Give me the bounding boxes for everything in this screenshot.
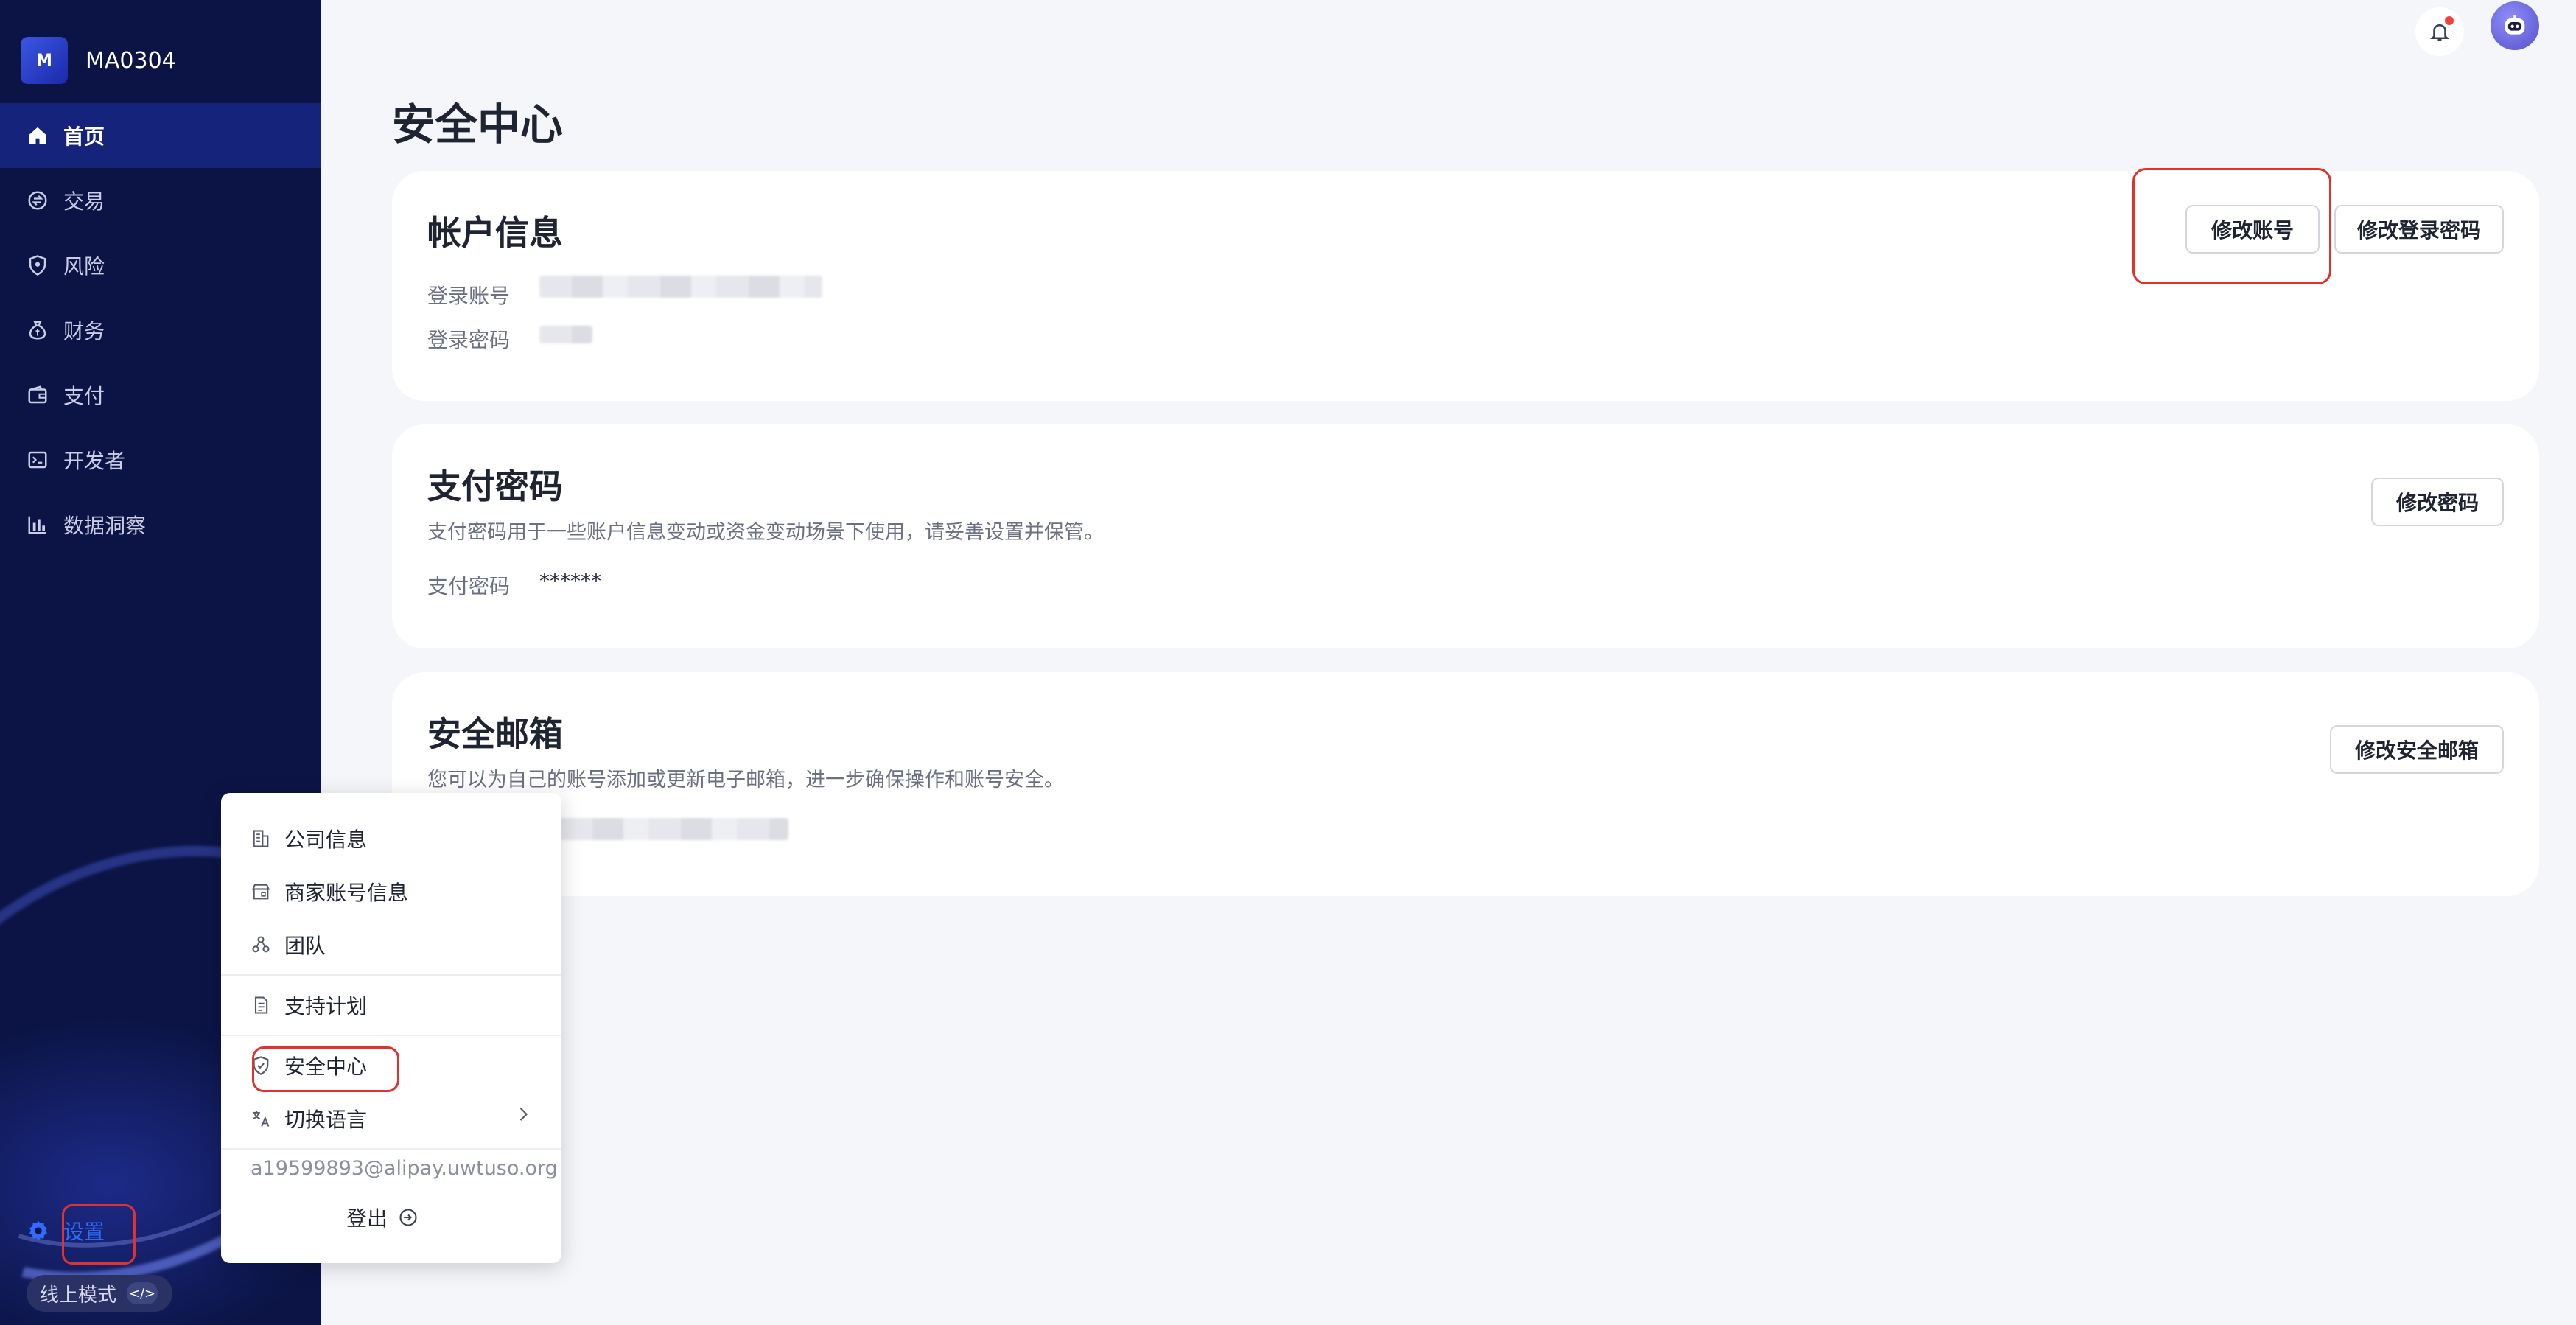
security-center-highlight-annotation bbox=[252, 1046, 399, 1092]
payment-password-value: ****** bbox=[539, 569, 601, 593]
home-icon bbox=[29, 127, 46, 144]
payment-password-title: 支付密码 bbox=[427, 466, 563, 506]
sidebar-item-label: 支付 bbox=[63, 384, 105, 408]
sidebar-item-transaction[interactable]: 交易 bbox=[0, 168, 321, 233]
brand-name: MA0304 bbox=[85, 47, 176, 74]
logout-button[interactable]: 登出 bbox=[346, 1203, 419, 1232]
menu-item-support-plan[interactable]: 支持计划 bbox=[251, 990, 367, 1020]
sidebar-item-home[interactable]: 首页 bbox=[0, 103, 321, 168]
account-info-title: 帐户信息 bbox=[427, 213, 563, 253]
mode-label: 线上模式 bbox=[40, 1284, 117, 1307]
store-icon bbox=[251, 884, 270, 900]
chevron-right-icon bbox=[519, 1108, 528, 1121]
payment-password-description: 支付密码用于一些账户信息变动或资金变动场景下使用，请妥善设置并保管。 bbox=[427, 521, 1104, 544]
sidebar-item-developer[interactable]: 开发者 bbox=[0, 427, 321, 492]
gear-icon bbox=[29, 1220, 47, 1241]
transaction-icon bbox=[28, 191, 47, 210]
sidebar-item-label: 财务 bbox=[63, 319, 105, 343]
wallet-icon bbox=[28, 385, 47, 404]
settings-highlight-annotation bbox=[62, 1204, 136, 1265]
login-password-value-redacted bbox=[539, 326, 592, 343]
sidebar-item-finance[interactable]: 财务 bbox=[0, 298, 321, 363]
edit-login-password-button[interactable]: 修改登录密码 bbox=[2334, 205, 2504, 254]
login-account-value-redacted bbox=[539, 276, 822, 298]
menu-item-switch-language[interactable]: 切换语言 bbox=[251, 1104, 367, 1133]
security-email-title: 安全邮箱 bbox=[427, 714, 563, 754]
terminal-icon bbox=[28, 451, 47, 469]
sidebar-item-label: 数据洞察 bbox=[63, 514, 147, 538]
bar-chart-icon bbox=[28, 516, 46, 534]
sidebar-nav: 首页 交易 风险 财务 支付 开发者 数据洞察 bbox=[0, 103, 321, 557]
login-password-label: 登录密码 bbox=[427, 328, 511, 352]
menu-divider bbox=[221, 1148, 561, 1150]
notification-button[interactable] bbox=[2415, 7, 2464, 56]
sidebar-item-label: 首页 bbox=[63, 125, 105, 149]
sidebar-item-label: 开发者 bbox=[63, 449, 126, 473]
menu-item-merchant-account[interactable]: 商家账号信息 bbox=[251, 877, 408, 906]
mode-toggle[interactable]: 线上模式 </> bbox=[27, 1275, 172, 1312]
notification-dot bbox=[2445, 16, 2454, 25]
document-icon bbox=[254, 996, 268, 1014]
menu-item-label: 支持计划 bbox=[284, 994, 368, 1018]
brand-logo: M bbox=[21, 37, 68, 84]
login-account-label: 登录账号 bbox=[427, 284, 511, 308]
code-icon: </> bbox=[127, 1282, 158, 1304]
settings-dropdown-menu: 公司信息 商家账号信息 团队 支持计划 安全中心 切换语言 a19599893@… bbox=[221, 793, 561, 1263]
menu-item-label: 商家账号信息 bbox=[284, 881, 409, 905]
building-icon bbox=[253, 830, 269, 847]
sidebar-item-risk[interactable]: 风险 bbox=[0, 233, 321, 298]
security-email-value-redacted bbox=[560, 818, 788, 840]
brand[interactable]: M MA0304 bbox=[21, 37, 176, 84]
menu-item-label: 公司信息 bbox=[284, 828, 368, 852]
edit-account-highlight-annotation bbox=[2132, 168, 2331, 284]
edit-payment-password-button[interactable]: 修改密码 bbox=[2371, 478, 2504, 526]
money-icon bbox=[29, 321, 46, 340]
avatar[interactable] bbox=[2491, 1, 2539, 50]
robot-avatar-icon bbox=[2505, 15, 2525, 35]
menu-item-label: 团队 bbox=[284, 934, 326, 958]
user-email: a19599893@alipay.uwtuso.org bbox=[251, 1157, 558, 1180]
menu-item-label: 切换语言 bbox=[284, 1108, 368, 1132]
security-email-card: 安全邮箱 您可以为自己的账号添加或更新电子邮箱，进一步确保操作和账号安全。 bbox=[392, 672, 2539, 896]
page-title: 安全中心 bbox=[392, 99, 564, 150]
scrollbar[interactable] bbox=[2563, 1207, 2576, 1325]
menu-divider bbox=[221, 1035, 561, 1036]
edit-security-email-button[interactable]: 修改安全邮箱 bbox=[2330, 725, 2504, 774]
sidebar-item-label: 交易 bbox=[63, 189, 105, 214]
menu-divider bbox=[221, 974, 561, 976]
menu-item-company-info[interactable]: 公司信息 bbox=[251, 824, 367, 853]
team-icon bbox=[252, 936, 270, 953]
sidebar-item-data-insights[interactable]: 数据洞察 bbox=[0, 492, 321, 557]
translate-icon bbox=[253, 1111, 270, 1127]
logout-label: 登出 bbox=[346, 1206, 388, 1231]
sidebar-item-label: 风险 bbox=[63, 254, 105, 279]
menu-item-team[interactable]: 团队 bbox=[251, 930, 326, 959]
payment-password-label: 支付密码 bbox=[427, 574, 511, 598]
security-email-description: 您可以为自己的账号添加或更新电子邮箱，进一步确保操作和账号安全。 bbox=[427, 769, 1064, 791]
sidebar-item-payment[interactable]: 支付 bbox=[0, 363, 321, 427]
shield-icon bbox=[29, 255, 46, 276]
payment-password-card: 支付密码 支付密码用于一些账户信息变动或资金变动场景下使用，请妥善设置并保管。 … bbox=[392, 424, 2539, 648]
logout-icon bbox=[399, 1209, 417, 1226]
